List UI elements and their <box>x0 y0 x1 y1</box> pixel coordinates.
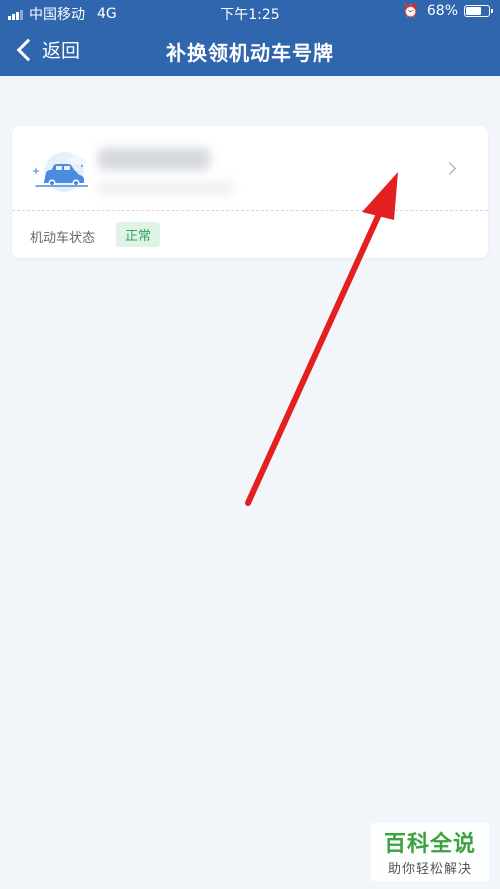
annotation-arrow <box>245 172 398 506</box>
watermark-title: 百科全说 <box>383 832 476 857</box>
watermark: 百科全说 助你轻松解决 <box>371 823 489 881</box>
watermark-subtitle: 助你轻松解决 <box>387 862 472 877</box>
